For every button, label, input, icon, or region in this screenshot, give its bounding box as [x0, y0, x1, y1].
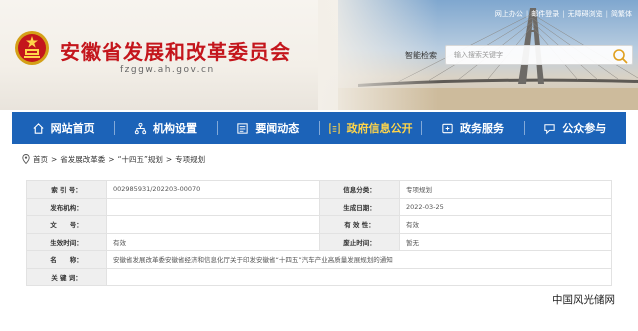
index-number-label: 索 引 号：	[26, 180, 107, 199]
nav-item-organization[interactable]: 机构设置	[114, 112, 216, 144]
breadcrumb-commission[interactable]: 省发展改革委	[60, 154, 105, 165]
generation-date-label: 生成日期：	[319, 197, 400, 216]
document-name-value: 安徽省发展改革委安徽省经济和信息化厅关于印发安徽省“十四五”汽车产业高质量发展规…	[106, 250, 612, 269]
document-number-label: 文 号：	[26, 215, 107, 234]
top-link-traditional-chinese[interactable]: 简繁体	[611, 9, 632, 19]
home-icon	[33, 122, 44, 134]
search-label: 智能检索	[405, 51, 437, 60]
table-row: 文 号： 有 效 性： 有效	[26, 215, 612, 234]
site-title: 安徽省发展和改革委员会	[60, 40, 291, 64]
generation-date-value: 2022-03-25	[399, 197, 612, 216]
nav-item-gov-service[interactable]: 政务服务	[421, 112, 523, 144]
info-disclosure-icon	[328, 122, 340, 134]
table-row: 索 引 号： 002985931/202203-00070 信息分类： 专项规划	[26, 180, 612, 199]
breadcrumb-special-plan[interactable]: 专项规划	[175, 154, 205, 165]
breadcrumb: 首页 > 省发展改革委 > “十四五”规划 > 专项规划	[22, 152, 205, 166]
page: 网上办公 | 邮件登录 | 无障碍浏览 | 简繁体 安徽省发展和改革委员会 fz…	[0, 0, 638, 331]
keywords-label: 关 键 词：	[26, 267, 107, 286]
abolish-time-label: 废止时间：	[319, 232, 400, 251]
top-link-mail-login[interactable]: 邮件登录	[531, 9, 559, 19]
national-emblem-icon	[15, 31, 49, 65]
effective-time-label: 生效时间：	[26, 232, 107, 251]
index-number-value: 002985931/202203-00070	[106, 180, 320, 199]
nav-item-label: 政务服务	[459, 122, 504, 135]
breadcrumb-14th-five-year-plan[interactable]: “十四五”规划	[118, 154, 163, 165]
watermark-text: 中国风光储网	[552, 294, 615, 306]
table-row: 生效时间： 有效 废止时间： 暂无	[26, 232, 612, 251]
category-value: 专项规划	[399, 180, 612, 199]
nav-item-public-participation[interactable]: 公众参与	[523, 112, 626, 144]
effective-time-value: 有效	[106, 232, 320, 251]
publisher-value	[106, 197, 320, 216]
nav-item-label: 机构设置	[152, 122, 197, 135]
top-link-accessibility[interactable]: 无障碍浏览	[568, 9, 603, 19]
validity-value: 有效	[399, 215, 612, 234]
location-pin-icon	[22, 154, 30, 164]
search-box	[445, 45, 633, 65]
search-input[interactable]	[454, 46, 604, 64]
org-chart-icon	[134, 122, 147, 134]
breadcrumb-separator: >	[108, 154, 115, 164]
breadcrumb-separator: >	[51, 154, 58, 164]
participation-icon	[544, 123, 555, 134]
document-name-label: 名 称：	[26, 250, 107, 269]
nav-item-home[interactable]: 网站首页	[12, 112, 114, 144]
document-number-value	[106, 215, 320, 234]
abolish-time-value: 暂无	[399, 232, 612, 251]
document-info-table: 索 引 号： 002985931/202203-00070 信息分类： 专项规划…	[26, 180, 612, 286]
table-row: 关 键 词：	[26, 267, 612, 286]
nav-item-label: 公众参与	[562, 122, 607, 135]
nav-item-label: 网站首页	[50, 122, 95, 135]
table-row: 发布机构： 生成日期： 2022-03-25	[26, 197, 612, 216]
search-icon[interactable]	[612, 48, 628, 64]
news-icon	[237, 122, 248, 134]
nav-item-label: 政府信息公开	[346, 122, 413, 135]
nav-item-news[interactable]: 要闻动态	[216, 112, 319, 144]
breadcrumb-home[interactable]: 首页	[33, 154, 48, 165]
table-row: 名 称： 安徽省发展改革委安徽省经济和信息化厅关于印发安徽省“十四五”汽车产业高…	[26, 250, 612, 269]
publisher-label: 发布机构：	[26, 197, 107, 216]
main-nav: 网站首页 机构设置 要闻动态 政府信息公开 政务服务 公众参与	[12, 112, 626, 144]
top-links: 网上办公 | 邮件登录 | 无障碍浏览 | 简繁体	[494, 9, 632, 19]
validity-label: 有 效 性：	[319, 215, 400, 234]
site-domain: fzggw.ah.gov.cn	[120, 65, 215, 75]
breadcrumb-separator: >	[165, 154, 173, 164]
top-link-online-office[interactable]: 网上办公	[495, 9, 523, 19]
keywords-value	[106, 267, 612, 286]
nav-item-label: 要闻动态	[255, 122, 300, 135]
service-icon	[442, 123, 453, 133]
nav-item-info-disclosure[interactable]: 政府信息公开	[318, 112, 421, 144]
category-label: 信息分类：	[319, 180, 400, 199]
site-header: 网上办公 | 邮件登录 | 无障碍浏览 | 简繁体 安徽省发展和改革委员会 fz…	[0, 0, 638, 110]
